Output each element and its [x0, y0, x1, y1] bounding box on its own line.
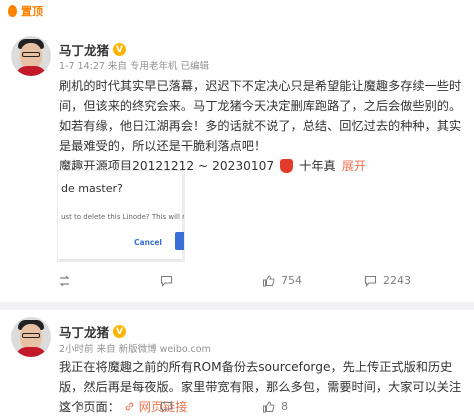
extra-count: 2243	[383, 274, 411, 287]
comment-button[interactable]	[160, 401, 262, 413]
like-button[interactable]: 8	[262, 400, 364, 413]
dialog-text: ust to delete this Linode? This will res…	[61, 213, 185, 221]
author-name-text[interactable]: 马丁龙猪	[59, 40, 109, 59]
extra-action-button[interactable]: 2243	[364, 274, 411, 287]
ten-years-text: 十年真	[299, 159, 336, 173]
post-actions: 754 2243	[58, 274, 411, 287]
post-actions: 8 8	[58, 400, 364, 413]
extra-action-icon	[364, 275, 377, 287]
avatar[interactable]	[11, 317, 51, 357]
dialog-cancel-button: Cancel	[134, 238, 163, 247]
repost-icon	[59, 275, 70, 286]
dialog-primary-button	[175, 232, 184, 250]
like-count: 8	[281, 400, 288, 413]
pinned-label: 置顶	[21, 5, 43, 18]
like-count: 754	[281, 274, 302, 287]
dialog-title: de master?	[61, 182, 123, 195]
author-name-text[interactable]: 马丁龙猪	[59, 322, 109, 341]
post-body: 刷机的时代其实早已落幕，迟迟下不定决心只是希望能让魔趣多存续一些时间，但该来的终…	[59, 76, 469, 176]
repost-button[interactable]: 8	[58, 400, 160, 413]
post-text: 刷机的时代其实早已落幕，迟迟下不定决心只是希望能让魔趣多存续一些时间，但该来的终…	[59, 79, 462, 153]
vip-badge-icon: V	[113, 325, 127, 338]
post-meta: 1-7 14:27 来自 专用老年机 已编辑	[59, 61, 209, 72]
pinned-tag: 置顶	[8, 3, 43, 19]
like-icon	[263, 274, 275, 286]
author-name[interactable]: 马丁龙猪 V	[59, 40, 127, 59]
repost-icon	[59, 401, 70, 412]
dialog-card: de master? ust to delete this Linode? Th…	[58, 171, 185, 259]
avatar[interactable]	[11, 36, 51, 76]
vip-badge-icon: V	[113, 43, 127, 56]
repost-button[interactable]	[58, 275, 160, 287]
repost-count: 8	[77, 400, 84, 413]
comment-button[interactable]	[160, 275, 262, 287]
flame-icon	[8, 5, 17, 17]
comment-icon	[160, 275, 173, 287]
comment-icon	[160, 401, 173, 413]
post-meta: 2小时前 来自 新版微博 weibo.com	[59, 344, 211, 355]
expand-link[interactable]: 展开	[342, 156, 366, 176]
like-icon	[263, 400, 275, 412]
post-image[interactable]: de master? ust to delete this Linode? Th…	[57, 170, 185, 262]
like-button[interactable]: 754	[262, 274, 364, 287]
post-divider	[0, 302, 474, 310]
red-badge-icon	[280, 159, 294, 173]
author-name[interactable]: 马丁龙猪 V	[59, 322, 127, 341]
